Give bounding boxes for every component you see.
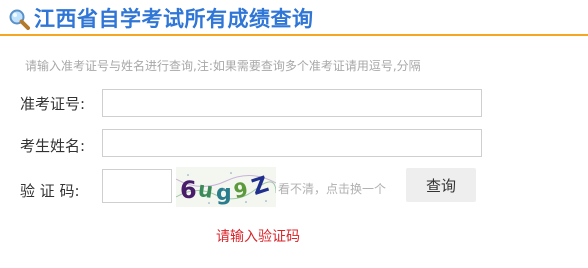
captcha-label: 验 证 码: <box>20 182 80 200</box>
query-button[interactable]: 查询 <box>406 168 476 202</box>
captcha-image[interactable]: 6 u g 9 Z <box>176 167 276 207</box>
name-label: 考生姓名: <box>20 137 86 155</box>
page-header: 江西省自学考试所有成绩查询 <box>0 0 588 36</box>
page-title: 江西省自学考试所有成绩查询 <box>34 7 314 31</box>
svg-text:g: g <box>216 181 232 206</box>
captcha-input[interactable] <box>102 169 172 203</box>
instruction-hint: 请输入准考证号与姓名进行查询,注:如果需要查询多个准考证请用逗号,分隔 <box>25 59 421 73</box>
exam-id-input[interactable] <box>102 89 482 117</box>
magnifier-icon <box>9 9 30 30</box>
score-query-page: 江西省自学考试所有成绩查询 请输入准考证号与姓名进行查询,注:如果需要查询多个准… <box>0 0 588 268</box>
captcha-error-message: 请输入验证码 <box>216 229 300 245</box>
exam-id-label: 准考证号: <box>20 95 86 113</box>
captcha-refresh-link[interactable]: 看不清，点击换一个 <box>278 180 386 197</box>
svg-text:6: 6 <box>180 176 197 204</box>
name-input[interactable] <box>102 129 482 157</box>
